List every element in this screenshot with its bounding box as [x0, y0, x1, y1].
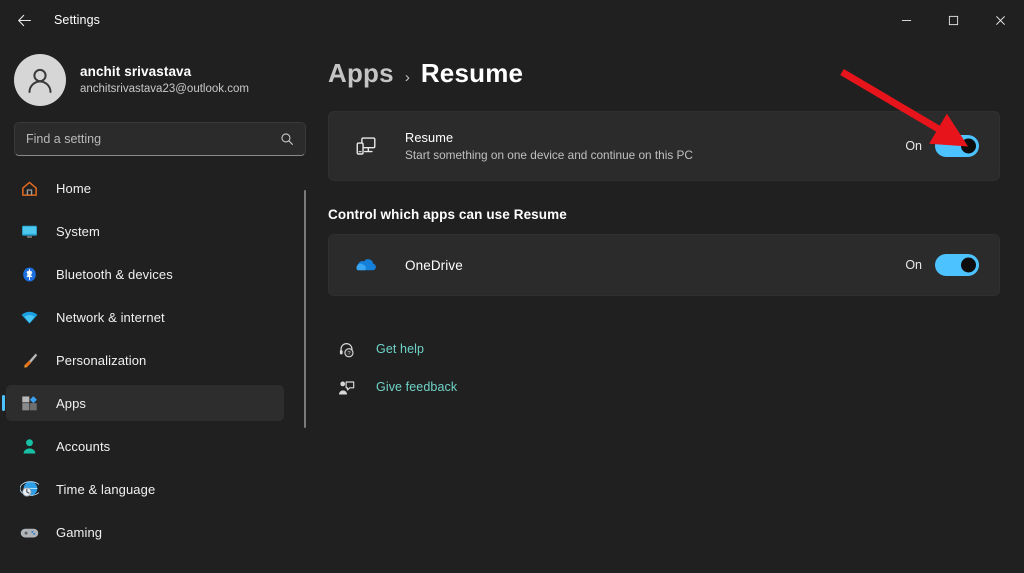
sidebar-item-personalization[interactable]: Personalization	[6, 342, 284, 378]
sidebar-scrollbar[interactable]	[304, 190, 306, 428]
phone-monitor-icon	[351, 134, 381, 159]
headset-help-icon: ?	[334, 341, 358, 358]
wifi-icon	[18, 306, 40, 328]
search-wrapper	[0, 116, 320, 156]
onedrive-name: OneDrive	[405, 257, 463, 273]
sidebar-item-accounts[interactable]: Accounts	[6, 428, 284, 464]
account-name: anchit srivastava	[80, 64, 192, 79]
resume-card-title: Resume	[405, 130, 454, 145]
close-icon	[996, 15, 1005, 25]
bluetooth-icon	[18, 263, 40, 285]
onedrive-toggle-label: On	[905, 258, 922, 272]
window-controls	[883, 0, 1024, 40]
resume-card-subtitle: Start something on one device and contin…	[405, 148, 693, 162]
account-text: anchit srivastava anchitsrivastava23@out…	[80, 63, 249, 97]
window-body: anchit srivastava anchitsrivastava23@out…	[0, 40, 1024, 573]
give-feedback-link[interactable]: Give feedback	[328, 372, 1000, 402]
breadcrumb-separator-icon: ›	[404, 69, 410, 86]
resume-toggle[interactable]	[935, 135, 979, 157]
sidebar-item-network-internet[interactable]: Network & internet	[6, 299, 284, 335]
breadcrumb: Apps › Resume	[328, 58, 1000, 89]
sidebar-item-label: Network & internet	[56, 309, 165, 325]
sidebar-item-system[interactable]: System	[6, 213, 284, 249]
sidebar-item-label: Gaming	[56, 524, 103, 540]
get-help-label: Get help	[376, 342, 425, 356]
get-help-link[interactable]: ? Get help	[328, 334, 1000, 364]
onedrive-row-text: OneDrive	[405, 258, 905, 273]
settings-window: Settings anchit srivastava anchitsrivast…	[0, 0, 1024, 573]
account-block[interactable]: anchit srivastava anchitsrivastava23@out…	[0, 40, 320, 116]
sidebar-item-label: Time & language	[56, 481, 156, 497]
sidebar-item-time-language[interactable]: Time & language	[6, 471, 284, 507]
clock-globe-icon	[18, 478, 40, 500]
resume-toggle-label: On	[905, 139, 922, 153]
feedback-icon	[334, 379, 358, 396]
gamepad-icon	[18, 521, 40, 543]
sidebar-item-bluetooth-devices[interactable]: Bluetooth & devices	[6, 256, 284, 292]
close-button[interactable]	[977, 0, 1024, 40]
sidebar-item-label: System	[56, 223, 100, 239]
home-icon	[18, 177, 40, 199]
search-box[interactable]	[14, 122, 306, 156]
breadcrumb-parent[interactable]: Apps	[328, 58, 394, 89]
section-heading: Control which apps can use Resume	[328, 207, 567, 222]
onedrive-toggle[interactable]	[935, 254, 979, 276]
monitor-icon	[18, 220, 40, 242]
app-title: Settings	[54, 13, 100, 27]
search-input[interactable]	[15, 132, 305, 146]
resume-card: Resume Start something on one device and…	[328, 111, 1000, 181]
sidebar-item-label: Personalization	[56, 352, 147, 368]
minimize-icon	[901, 19, 912, 21]
sidebar-item-home[interactable]: Home	[6, 170, 284, 206]
title-bar: Settings	[0, 0, 1024, 40]
maximize-button[interactable]	[930, 0, 977, 40]
avatar	[14, 54, 66, 106]
onedrive-row: OneDrive On	[328, 234, 1000, 296]
give-feedback-label: Give feedback	[376, 380, 458, 394]
resume-card-text: Resume Start something on one device and…	[405, 129, 905, 163]
sidebar-item-label: Accounts	[56, 438, 111, 454]
sidebar-item-label: Home	[56, 180, 92, 196]
sidebar-item-label: Apps	[56, 395, 87, 411]
back-arrow-icon	[17, 14, 31, 26]
main-content: Apps › Resume Resume Start something on …	[320, 40, 1024, 573]
sidebar: anchit srivastava anchitsrivastava23@out…	[0, 40, 320, 573]
apps-icon	[18, 392, 40, 414]
onedrive-cloud-icon	[351, 253, 381, 278]
toggle-knob	[961, 257, 976, 273]
search-icon	[281, 133, 293, 145]
sidebar-item-label: Bluetooth & devices	[56, 266, 173, 282]
toggle-knob	[961, 138, 976, 154]
page-title: Resume	[420, 58, 524, 88]
sidebar-item-apps[interactable]: Apps	[6, 385, 284, 421]
footer-links: ? Get help Give feedback	[328, 334, 1000, 402]
brush-icon	[18, 349, 40, 371]
maximize-icon	[948, 15, 959, 25]
sidebar-item-gaming[interactable]: Gaming	[6, 514, 284, 550]
person-avatar-icon	[28, 68, 52, 93]
onedrive-toggle-area: On	[905, 254, 979, 276]
sidebar-nav: Home System Bluetooth & devices Network …	[0, 170, 320, 573]
minimize-button[interactable]	[883, 0, 930, 40]
back-button[interactable]	[6, 4, 42, 36]
account-email: anchitsrivastava23@outlook.com	[80, 83, 249, 95]
resume-toggle-area: On	[905, 135, 979, 157]
account-icon	[18, 435, 40, 457]
